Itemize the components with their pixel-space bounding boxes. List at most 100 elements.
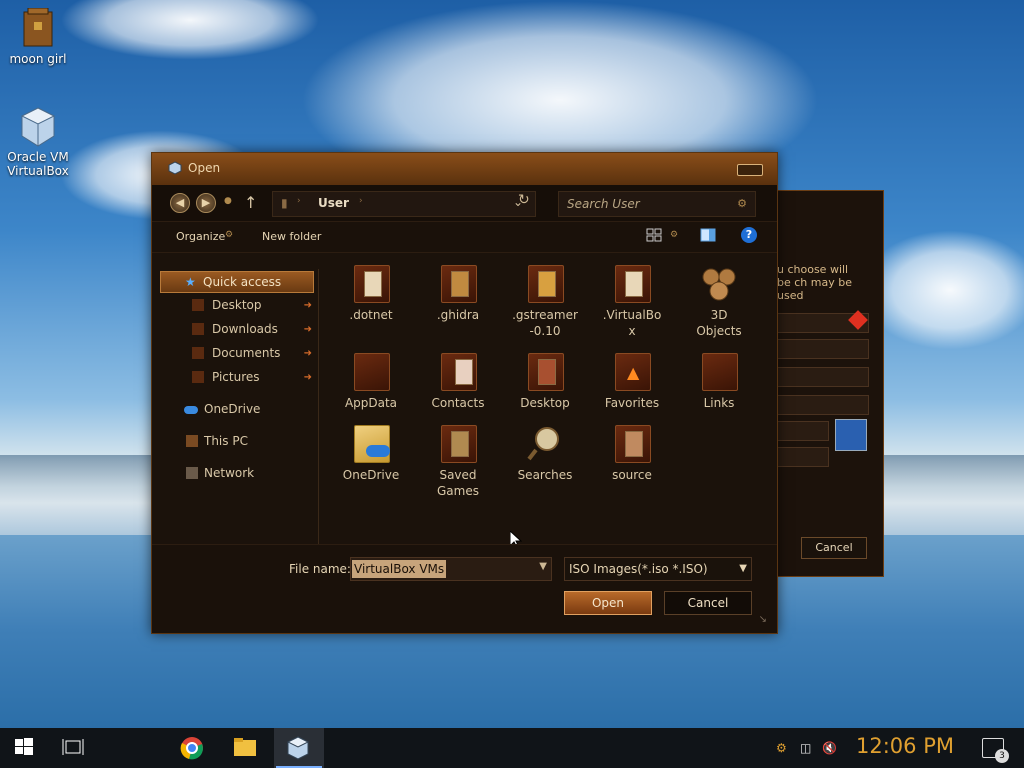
desktop-folder-icon (526, 351, 564, 391)
sidebar-item-desktop[interactable]: Desktop ➜ (160, 295, 312, 315)
windows-start-icon[interactable] (14, 736, 38, 760)
file-item[interactable]: AppData (332, 351, 410, 411)
desktop-icon-virtualbox[interactable]: Oracle VM VirtualBox (0, 106, 76, 178)
sidebar-item-network[interactable]: Network (160, 463, 312, 483)
address-bar[interactable]: ▮ › User › ⌄ (272, 191, 536, 217)
refresh-icon[interactable]: ↻ (518, 192, 530, 208)
new-folder-button[interactable]: New folder (262, 230, 321, 243)
taskbar: ⚙ ◫ 🔇 12:06 PM 3 (0, 728, 1024, 768)
star-icon: ★ (185, 275, 196, 289)
sidebar-item-label: Desktop (212, 298, 262, 312)
file-name-input[interactable]: VirtualBox VMs ▼ (350, 557, 552, 581)
tray-gear-icon[interactable]: ⚙ (776, 741, 787, 755)
sidebar-item-pictures[interactable]: Pictures ➜ (160, 367, 312, 387)
file-item[interactable]: .VirtualBo x (593, 263, 671, 339)
taskbar-clock[interactable]: 12:06 PM (856, 734, 954, 758)
favorites-folder-icon: ▲ (613, 351, 651, 391)
network-icon (186, 467, 198, 479)
view-options-icon[interactable] (646, 228, 662, 242)
file-name-value: VirtualBox VMs (352, 560, 447, 578)
background-dialog-text: u choose will be ch may be used (777, 263, 852, 302)
file-name: Favorites (604, 396, 660, 410)
forward-button[interactable]: ▶ (196, 193, 216, 213)
folder-icon (439, 263, 477, 303)
task-view-icon[interactable] (62, 736, 86, 760)
file-item[interactable]: Desktop (506, 351, 584, 411)
cancel-button[interactable]: Cancel (664, 591, 752, 615)
file-name: Links (703, 396, 735, 410)
file-item[interactable]: Searches (506, 423, 584, 483)
searches-folder-icon (526, 423, 564, 463)
file-item[interactable]: Links (680, 351, 758, 411)
sidebar-item-label: This PC (204, 434, 248, 448)
cloud (860, 230, 1024, 350)
file-explorer-icon[interactable] (233, 736, 257, 760)
background-dropdown[interactable] (775, 447, 829, 467)
view-dropdown-icon[interactable]: ⚙ (670, 230, 678, 240)
dialog-titlebar[interactable]: Open (152, 153, 777, 185)
file-item[interactable]: source (593, 423, 671, 483)
file-item[interactable]: Contacts (419, 351, 497, 411)
navigation-pane: ★ Quick access Desktop ➜ Downloads ➜ Doc… (160, 269, 319, 544)
sidebar-item-this-pc[interactable]: This PC (160, 431, 312, 451)
back-button[interactable]: ◀ (170, 193, 190, 213)
contacts-folder-icon (439, 351, 477, 391)
chevron-down-icon: ▼ (739, 563, 747, 574)
virtualbox-cube-icon (286, 736, 310, 760)
file-type-value: ISO Images(*.iso *.ISO) (569, 562, 708, 576)
file-item[interactable]: Saved Games (419, 423, 497, 499)
file-item[interactable]: 3D Objects (680, 263, 758, 339)
file-item[interactable]: ▲ Favorites (593, 351, 671, 411)
volume-muted-icon[interactable]: 🔇 (822, 741, 837, 755)
network-icon[interactable]: ◫ (800, 741, 811, 755)
background-dropdown[interactable] (775, 339, 869, 359)
folder-icon (352, 351, 390, 391)
saved-games-folder-icon (439, 423, 477, 463)
preview-pane-icon[interactable] (700, 228, 716, 242)
file-item[interactable]: .dotnet (332, 263, 410, 323)
recent-locations-icon[interactable]: ● (224, 196, 232, 206)
navigation-bar: ◀ ▶ ● ↑ ▮ › User › ⌄ ↻ Search User ⚙ (152, 185, 777, 221)
file-type-select[interactable]: ISO Images(*.iso *.ISO) ▼ (564, 557, 752, 581)
pin-icon: ➜ (303, 324, 312, 335)
open-button[interactable]: Open (564, 591, 652, 615)
desktop-icon-moon-girl[interactable]: moon girl (0, 7, 76, 66)
sidebar-item-onedrive[interactable]: OneDrive (160, 399, 312, 419)
desktop-icon-label: Oracle VM VirtualBox (7, 150, 69, 178)
sidebar-item-label: Quick access (203, 275, 282, 289)
background-cancel-button[interactable]: Cancel (801, 537, 867, 559)
virtualbox-cube-icon (20, 106, 56, 147)
help-icon[interactable]: ? (741, 227, 757, 243)
file-name: Contacts (431, 396, 485, 410)
resize-grip-icon[interactable]: ↘ (759, 614, 767, 625)
pictures-icon (192, 371, 204, 383)
file-item[interactable]: OneDrive (332, 423, 410, 483)
chrome-icon[interactable] (180, 736, 204, 760)
pin-icon: ➜ (303, 372, 312, 383)
desktop-icon (192, 299, 204, 311)
up-arrow-icon[interactable]: ↑ (244, 193, 257, 212)
open-file-dialog: Open ◀ ▶ ● ↑ ▮ › User › ⌄ ↻ Search User … (151, 152, 778, 634)
chevron-down-icon[interactable]: ▼ (539, 561, 547, 572)
sidebar-item-label: Downloads (212, 322, 278, 336)
chevron-icon: › (297, 196, 301, 206)
background-dropdown[interactable] (775, 367, 869, 387)
sidebar-item-documents[interactable]: Documents ➜ (160, 343, 312, 363)
file-item[interactable]: .gstreamer -0.10 (506, 263, 584, 339)
dropdown-icon[interactable]: ⚙ (225, 230, 233, 240)
organize-button[interactable]: Organize (176, 230, 225, 243)
dialog-footer: File name: VirtualBox VMs ▼ ISO Images(*… (152, 544, 777, 633)
search-icon[interactable]: ⚙ (737, 197, 747, 210)
file-name-label: File name: (289, 562, 351, 576)
file-item[interactable]: .ghidra (419, 263, 497, 323)
documents-icon (192, 347, 204, 359)
notification-center-icon[interactable]: 3 (982, 738, 1009, 763)
sidebar-item-quick-access[interactable]: ★ Quick access (160, 271, 314, 293)
sidebar-item-downloads[interactable]: Downloads ➜ (160, 319, 312, 339)
file-name: .VirtualBo x (602, 308, 662, 338)
background-dropdown[interactable] (775, 421, 829, 441)
computer-icon (186, 435, 198, 447)
search-box[interactable]: Search User ⚙ (558, 191, 756, 217)
close-button[interactable] (737, 164, 763, 176)
background-dropdown[interactable] (775, 395, 869, 415)
